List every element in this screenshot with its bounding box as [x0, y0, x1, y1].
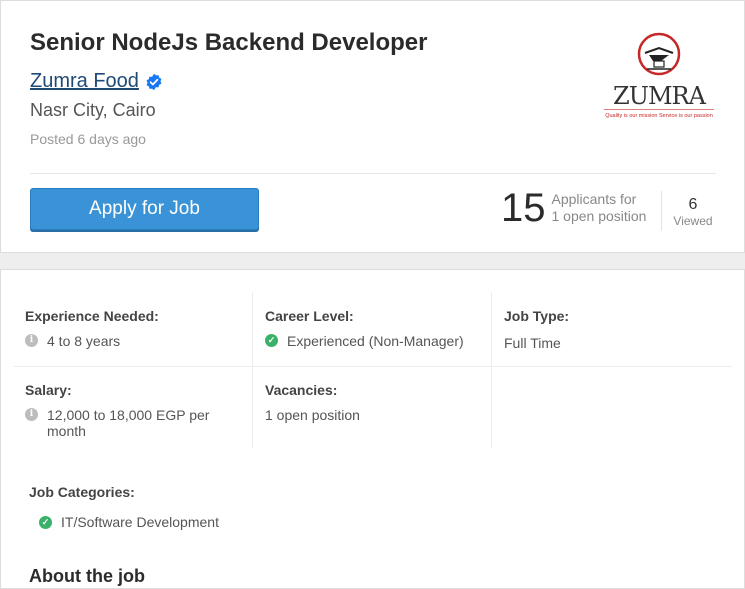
career-level-cell: Career Level: ✓ Experienced (Non-Manager…: [265, 308, 485, 349]
info-icon: i: [25, 334, 38, 347]
company-logo[interactable]: ZUMRA Quality is our mission Service is …: [599, 29, 719, 121]
job-type-value[interactable]: Full Time: [504, 335, 561, 351]
info-icon: i: [25, 408, 38, 421]
grid-divider-v1: [252, 292, 253, 448]
vacancies-label: Vacancies:: [265, 382, 338, 398]
check-icon: ✓: [39, 516, 52, 529]
job-type-cell: Job Type: Full Time: [504, 308, 724, 351]
vacancies-cell: Vacancies: 1 open position: [265, 382, 485, 423]
job-categories-label: Job Categories:: [29, 484, 135, 500]
category-label: IT/Software Development: [61, 514, 219, 530]
job-type-label: Job Type:: [504, 308, 570, 324]
verified-badge-icon: [146, 73, 162, 90]
check-icon: ✓: [265, 334, 278, 347]
applicants-label-line1: Applicants for: [551, 191, 637, 207]
grid-divider-v2: [491, 292, 492, 448]
viewed-count: 6: [688, 196, 698, 213]
about-job-heading: About the job: [29, 566, 145, 586]
company-link[interactable]: Zumra Food: [30, 70, 139, 93]
grid-divider-h: [14, 366, 732, 367]
stats-separator: [661, 191, 662, 231]
logo-tagline: Quality is our mission Service is our pa…: [605, 113, 713, 119]
viewed-label: Viewed: [673, 214, 713, 228]
apply-for-job-button[interactable]: Apply for Job: [30, 188, 259, 230]
salary-cell: Salary: i 12,000 to 18,000 EGP per month: [25, 382, 230, 439]
job-location: Nasr City, Cairo: [30, 100, 156, 120]
job-details-card: Experience Needed: i 4 to 8 years Career…: [0, 269, 745, 589]
viewed-stat: 6 Viewed: [669, 196, 717, 228]
company-row: Zumra Food: [30, 70, 163, 93]
career-level-value: Experienced (Non-Manager): [287, 333, 464, 349]
job-title: Senior NodeJs Backend Developer: [30, 29, 428, 56]
header-divider: [30, 173, 716, 174]
salary-value: 12,000 to 18,000 EGP per month: [47, 407, 210, 439]
applicants-label: Applicants for 1 open position: [552, 191, 647, 225]
career-level-label: Career Level:: [265, 308, 354, 324]
category-item[interactable]: ✓ IT/Software Development: [39, 514, 219, 530]
salary-label: Salary:: [25, 382, 72, 398]
logo-brand-text: ZUMRA: [613, 82, 707, 110]
experience-label: Experience Needed:: [25, 308, 159, 324]
applicants-stat: 15 Applicants for 1 open position: [501, 187, 646, 229]
vacancies-value: 1 open position: [265, 407, 360, 423]
experience-value: 4 to 8 years: [47, 333, 121, 349]
applicants-count: 15: [501, 186, 546, 230]
posted-date: Posted 6 days ago: [30, 131, 146, 147]
applicants-label-line2: 1 open position: [551, 208, 647, 224]
job-header-card: Senior NodeJs Backend Developer Zumra Fo…: [0, 0, 745, 253]
experience-cell: Experience Needed: i 4 to 8 years: [25, 308, 245, 349]
zumra-logo-icon: ZUMRA Quality is our mission Service is …: [604, 32, 714, 119]
